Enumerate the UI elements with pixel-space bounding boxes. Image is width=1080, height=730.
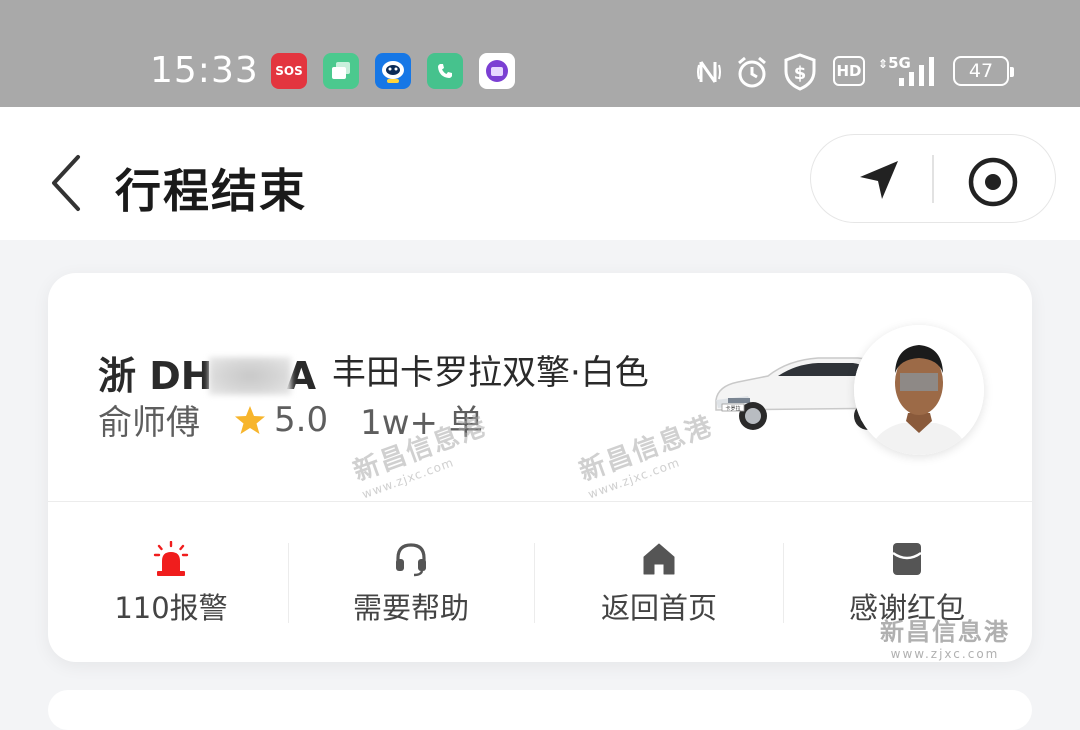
alarm-clock-icon (738, 56, 766, 88)
navigation-arrow-icon (860, 161, 898, 199)
headset-icon (396, 543, 426, 577)
sos-app-icon: SOS (271, 53, 307, 89)
action-divider (534, 543, 535, 623)
navigation-button[interactable] (856, 157, 902, 203)
car-model: 丰田卡罗拉双擎·白色 (332, 353, 649, 393)
back-arrow-icon (52, 155, 80, 211)
locate-button[interactable] (966, 155, 1020, 209)
page-title: 行程结束 (115, 164, 307, 218)
help-label: 需要帮助 (352, 591, 469, 625)
driver-avatar[interactable] (854, 325, 984, 455)
driver-photo (854, 325, 984, 455)
home-button[interactable]: 返回首页 (536, 541, 782, 631)
star-icon (235, 405, 265, 434)
svg-text:$: $ (794, 63, 807, 84)
signal-icon (899, 57, 934, 86)
actions-divider (932, 155, 934, 203)
back-button[interactable] (40, 147, 90, 217)
phone-app-icon (427, 53, 463, 89)
trip-card: 浙 DH A 丰田卡罗拉双擎·白色 俞师傅 5.0 1w+ 单 卡罗拉 110报… (48, 273, 1032, 662)
nfc-icon (697, 61, 721, 83)
header-actions-group (810, 134, 1056, 223)
police-alarm-label: 110报警 (114, 591, 228, 625)
police-alarm-button[interactable]: 110报警 (48, 541, 294, 631)
car-plate-sign: 卡罗拉 (725, 405, 740, 412)
page-header: 行程结束 (0, 107, 1080, 240)
driver-rating: 5.0 (274, 399, 329, 440)
watermark-url: www.zjxc.com (890, 647, 1000, 661)
status-time: 15:33 (150, 50, 259, 91)
card-divider (48, 501, 1032, 502)
battery-indicator: 47 (953, 56, 1014, 86)
robot-app-icon (375, 53, 411, 89)
battery-level: 47 (968, 60, 994, 82)
help-button[interactable]: 需要帮助 (288, 541, 534, 631)
red-envelope-icon (892, 543, 922, 575)
license-plate: 浙 DH A (98, 345, 316, 400)
home-label: 返回首页 (600, 591, 717, 625)
plate-prefix: 浙 DH (98, 354, 213, 398)
purple-app-icon (479, 53, 515, 89)
status-bar: 15:33 SOS $ HD ⇕5G 47 (0, 0, 1080, 107)
plate-suffix: A (286, 354, 316, 398)
watermark-brand: 新昌信息港 (880, 618, 1010, 646)
multitask-app-icon (323, 53, 359, 89)
plate-blur (208, 356, 291, 395)
hd-badge: HD (833, 56, 865, 86)
watermark: 新昌信息港 www.zjxc.com (880, 612, 1010, 661)
next-card (48, 690, 1032, 730)
alarm-icon (153, 541, 189, 576)
driver-name: 俞师傅 (98, 403, 200, 443)
home-icon (643, 543, 675, 575)
shield-icon: $ (784, 53, 816, 91)
sos-label: SOS (275, 64, 303, 78)
